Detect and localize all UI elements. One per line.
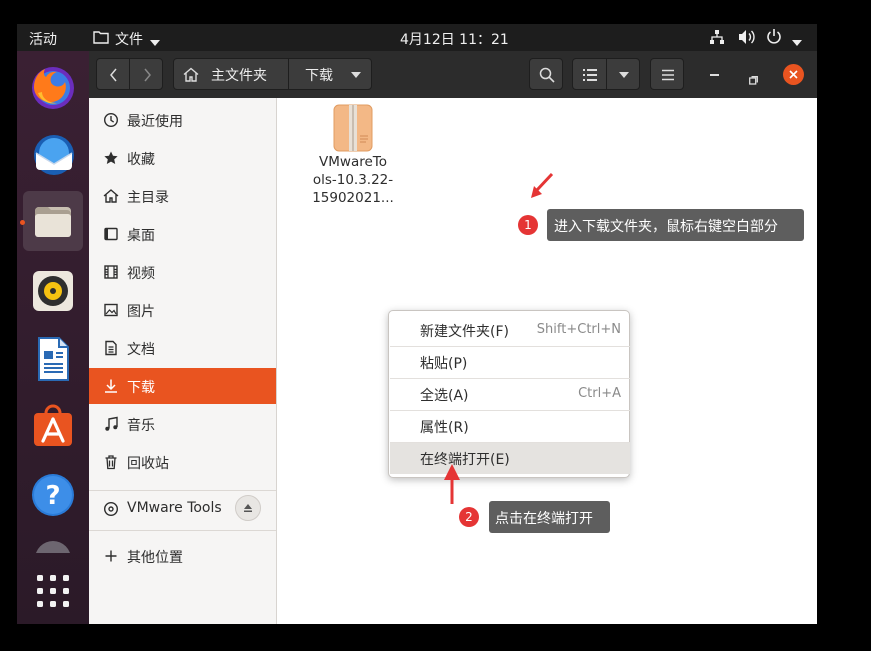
- clock-icon: [103, 112, 119, 128]
- video-icon: [103, 264, 119, 280]
- thunderbird-icon[interactable]: [29, 131, 77, 179]
- menu-item-paste[interactable]: 粘贴(P): [390, 347, 630, 378]
- clock[interactable]: 4月12日 11：21: [400, 29, 509, 49]
- hamburger-icon: [662, 69, 674, 81]
- trash-icon: [103, 454, 119, 470]
- annotation-arrow-2: [442, 462, 462, 510]
- chevron-right-icon: [144, 68, 151, 82]
- volume-icon[interactable]: [738, 29, 755, 49]
- sidebar-item-desktop[interactable]: 桌面: [89, 216, 276, 252]
- chevron-down-icon: [619, 72, 629, 78]
- eject-button[interactable]: [235, 495, 261, 521]
- step-badge-2: 2: [459, 507, 479, 527]
- sidebar-item-home[interactable]: 主目录: [89, 178, 276, 214]
- menu-item-properties[interactable]: 属性(R): [390, 411, 630, 442]
- sidebar-item-recent[interactable]: 最近使用: [89, 102, 276, 138]
- activities-button[interactable]: 活动: [29, 29, 57, 49]
- chevron-down-icon: [351, 72, 361, 78]
- annotation-arrow-1: [525, 172, 555, 206]
- forward-button[interactable]: [129, 58, 163, 90]
- menu-item-select-all[interactable]: 全选(A) Ctrl+A: [390, 379, 630, 410]
- view-options-button[interactable]: [606, 58, 640, 90]
- file-item[interactable]: VMwareTo ols-10.3.22- 15902021...: [306, 102, 400, 208]
- sidebar: 最近使用 收藏 主目录 桌面 视频 图片 文档 下载 音乐 回收站 VMware…: [89, 98, 277, 624]
- chevron-left-icon: [110, 68, 117, 82]
- software-center-icon[interactable]: [29, 403, 77, 451]
- sidebar-item-music[interactable]: 音乐: [89, 406, 276, 442]
- menu-item-new-folder[interactable]: 新建文件夹(F) Shift+Ctrl+N: [390, 315, 630, 346]
- sidebar-item-starred[interactable]: 收藏: [89, 140, 276, 176]
- menu-item-open-in-terminal[interactable]: 在终端打开(E): [390, 443, 630, 474]
- help-icon[interactable]: ?: [29, 471, 77, 519]
- main-menu-button[interactable]: [650, 58, 684, 90]
- network-icon[interactable]: [709, 29, 725, 49]
- sidebar-item-other-locations[interactable]: 其他位置: [89, 538, 276, 574]
- view-list-button[interactable]: [572, 58, 607, 90]
- annotation-callout-2: 点击在终端打开: [489, 501, 610, 533]
- breadcrumb-current[interactable]: 下载: [288, 58, 372, 90]
- music-icon: [103, 416, 119, 432]
- close-icon: [789, 70, 798, 79]
- running-indicator: [20, 220, 25, 225]
- files-dock-item[interactable]: [23, 191, 83, 251]
- minimize-icon[interactable]: [710, 74, 719, 76]
- power-icon[interactable]: [766, 28, 782, 48]
- close-button[interactable]: [783, 64, 804, 85]
- search-button[interactable]: [529, 58, 563, 90]
- rhythmbox-icon[interactable]: [29, 267, 77, 315]
- sidebar-item-videos[interactable]: 视频: [89, 254, 276, 290]
- file-name: VMwareTo ols-10.3.22- 15902021...: [312, 154, 394, 206]
- context-menu: 新建文件夹(F) Shift+Ctrl+N 粘贴(P) 全选(A) Ctrl+A…: [388, 310, 630, 478]
- disc-icon: [103, 501, 119, 517]
- list-view-icon: [583, 69, 597, 81]
- back-button[interactable]: [96, 58, 130, 90]
- search-icon: [539, 67, 555, 83]
- plus-icon: [103, 548, 119, 564]
- step-badge-1: 1: [518, 215, 538, 235]
- package-icon: [333, 104, 373, 156]
- top-bar: 活动 文件 4月12日 11：21: [17, 24, 817, 51]
- eject-icon: [244, 504, 252, 512]
- sidebar-item-vmware-tools[interactable]: VMware Tools: [89, 490, 276, 528]
- home-icon: [183, 67, 199, 82]
- sidebar-item-downloads[interactable]: 下载: [89, 368, 276, 404]
- header-bar: 主文件夹 下载: [89, 51, 817, 98]
- home-icon: [103, 188, 119, 204]
- partial-dock-icon[interactable]: [35, 541, 71, 553]
- svg-text:?: ?: [45, 481, 60, 511]
- sidebar-item-documents[interactable]: 文档: [89, 330, 276, 366]
- sidebar-item-pictures[interactable]: 图片: [89, 292, 276, 328]
- sidebar-item-trash[interactable]: 回收站: [89, 444, 276, 480]
- maximize-icon[interactable]: [749, 70, 758, 89]
- document-icon: [103, 340, 119, 356]
- dock: ?: [17, 51, 89, 624]
- breadcrumb-home[interactable]: 主文件夹: [173, 58, 289, 90]
- desktop-icon: [103, 226, 119, 242]
- system-menu-chevron-icon[interactable]: [792, 34, 802, 50]
- annotation-callout-1: 进入下载文件夹，鼠标右键空白部分: [547, 209, 804, 241]
- folder-icon: [93, 30, 109, 44]
- files-icon: [35, 207, 71, 237]
- sidebar-divider: [89, 530, 276, 531]
- chevron-down-icon[interactable]: [150, 34, 160, 50]
- picture-icon: [103, 302, 119, 318]
- download-icon: [103, 378, 119, 394]
- writer-icon[interactable]: [29, 335, 77, 383]
- show-apps-icon[interactable]: [37, 575, 69, 607]
- star-icon: [103, 150, 119, 166]
- app-menu-button[interactable]: 文件: [115, 29, 143, 49]
- firefox-icon[interactable]: [29, 63, 77, 111]
